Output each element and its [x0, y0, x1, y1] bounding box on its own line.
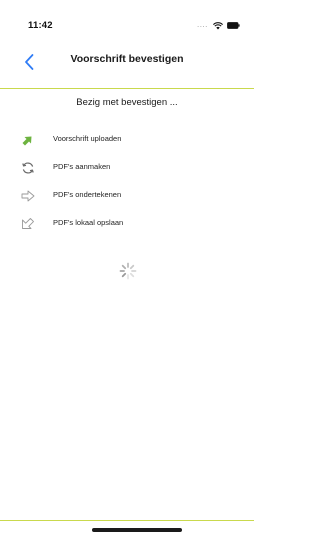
screen: 11:42 .... Voorschrift bevestigen Bezig …: [0, 0, 254, 536]
page-title: Voorschrift bevestigen: [70, 53, 184, 65]
step-pdfs-lokaal-opslaan: PDF's lokaal opslaan: [0, 214, 254, 234]
step-voorschrift-uploaden: Voorschrift uploaden: [0, 130, 254, 150]
status-time: 11:42: [28, 20, 53, 31]
loading-spinner-icon: [119, 262, 137, 280]
step-label: PDF's lokaal opslaan: [53, 218, 124, 227]
status-bar: 11:42 ....: [0, 0, 254, 44]
step-label: Voorschrift uploaden: [53, 134, 122, 143]
wifi-icon: [213, 22, 223, 30]
refresh-icon: [22, 162, 34, 174]
status-message: Bezig met bevestigen ...: [76, 97, 178, 108]
step-label: PDF's ondertekenen: [53, 190, 122, 199]
bottom-divider: [0, 520, 254, 521]
arrow-down-left-outline-icon: [22, 218, 34, 229]
navigation-bar: Voorschrift bevestigen: [0, 44, 254, 89]
step-label: PDF's aanmaken: [53, 162, 111, 171]
step-pdfs-aanmaken: PDF's aanmaken: [0, 158, 254, 178]
battery-icon: [227, 22, 240, 29]
step-pdfs-ondertekenen: PDF's ondertekenen: [0, 186, 254, 206]
signal-icon: ....: [197, 20, 208, 29]
arrow-up-right-icon: [22, 136, 32, 146]
arrow-right-outline-icon: [21, 190, 35, 202]
home-indicator[interactable]: [92, 528, 182, 532]
